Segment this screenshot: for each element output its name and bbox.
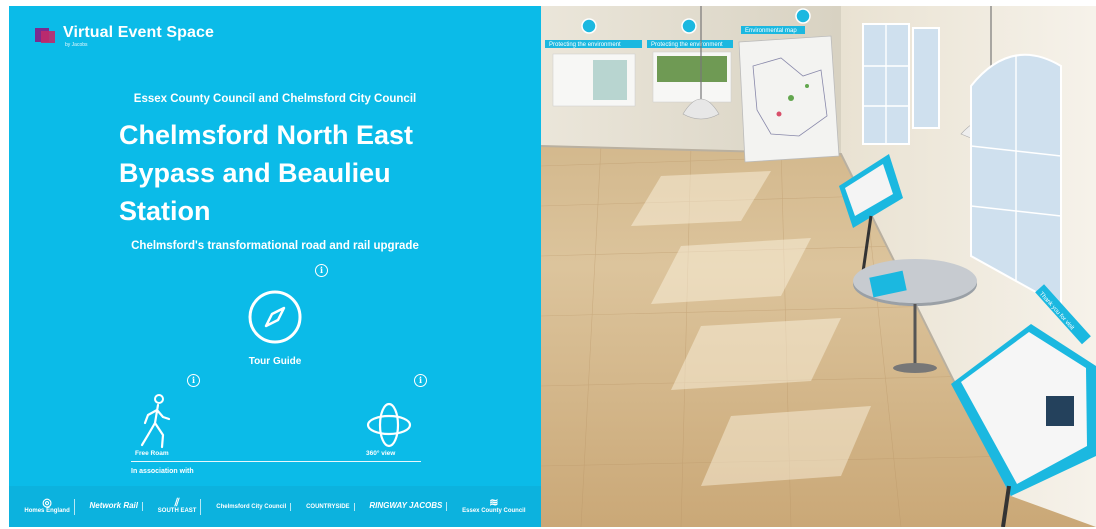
free-roam-button[interactable]: Free Roam	[135, 450, 169, 457]
partner-logo-network-rail: Network Rail	[86, 502, 143, 511]
tagline: Chelmsford's transformational road and r…	[131, 240, 419, 252]
compass-icon[interactable]	[247, 289, 303, 345]
partner-logo-countryside: COUNTRYSIDE	[302, 502, 355, 511]
virtual-room-preview[interactable]: Protecting the environment Protecting th…	[541, 6, 1096, 527]
page-title: Chelmsford North East Bypass and Beaulie…	[119, 116, 459, 230]
room-render: Protecting the environment Protecting th…	[541, 6, 1096, 527]
walking-person-icon[interactable]	[137, 391, 177, 451]
partner-logo-essex-county-council: ≋ Essex County Council	[462, 496, 526, 514]
view-360-button[interactable]: 360° view	[366, 450, 395, 457]
title-line-3: Station	[119, 196, 211, 226]
title-line-2: Bypass and Beaulieu	[119, 158, 391, 188]
divider	[131, 461, 421, 462]
orbit-360-icon[interactable]	[365, 401, 413, 449]
association-label: In association with	[131, 468, 194, 475]
free-roam-info-icon[interactable]: i	[187, 374, 200, 387]
tour-guide-info-icon[interactable]: i	[315, 264, 328, 277]
partner-logo-chelmsford: Chelmsford City Council	[212, 502, 292, 511]
partner-logos-bar: ◎ Homes England Network Rail ⫽ SOUTH EAST …	[9, 486, 541, 527]
scene-label-2: Protecting the environment	[651, 42, 723, 48]
brand: Virtual Event Space by Jacobs	[35, 24, 214, 48]
scene-label-3: Environmental map	[745, 28, 797, 34]
partner-logo-homes-england: ◎ Homes England	[20, 497, 75, 515]
partner-logo-ringway-jacobs: RINGWAY JACOBS	[365, 502, 448, 511]
tour-guide-button[interactable]: Tour Guide	[9, 356, 541, 367]
brand-title: Virtual Event Space	[63, 24, 215, 41]
brand-logo-icon	[35, 28, 55, 44]
view-360-info-icon[interactable]: i	[414, 374, 427, 387]
landing-panel: Virtual Event Space by Jacobs Essex Coun…	[9, 6, 541, 527]
partner-logo-south-east: ⫽ SOUTH EAST	[154, 497, 202, 515]
title-line-1: Chelmsford North East	[119, 120, 414, 150]
brand-subtitle: by Jacobs	[65, 42, 88, 48]
council-heading: Essex County Council and Chelmsford City…	[133, 93, 417, 105]
scene-label-1: Protecting the environment	[549, 42, 621, 48]
